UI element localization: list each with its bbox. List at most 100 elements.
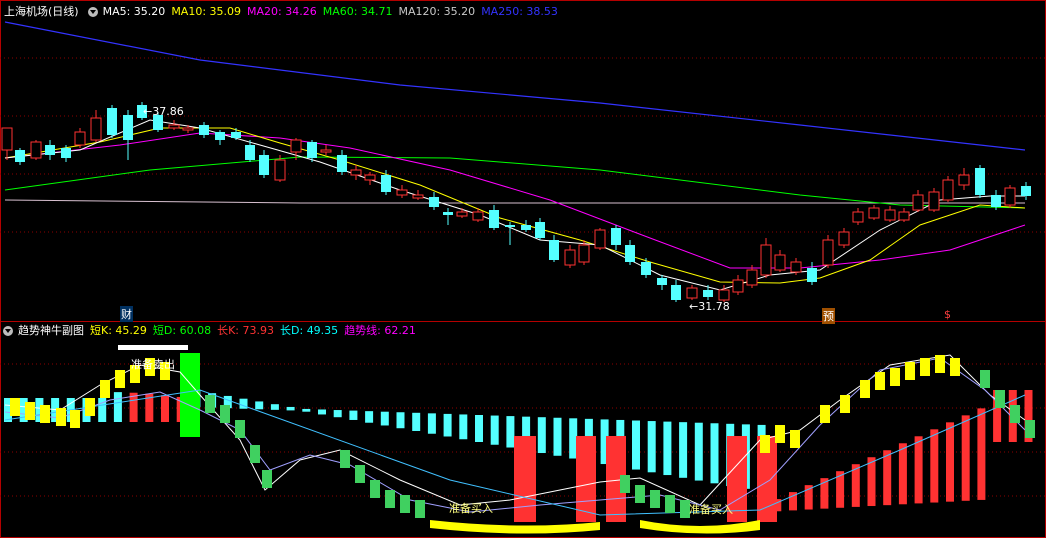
long-k-bar xyxy=(318,409,326,415)
candle-body xyxy=(290,139,302,153)
short-k-bar xyxy=(10,398,20,416)
long-k-bar xyxy=(459,414,468,440)
candle-body xyxy=(320,149,332,153)
candle-body xyxy=(74,131,86,146)
long-k-bar xyxy=(961,415,970,501)
ma60-line xyxy=(4,156,1026,209)
candle-body xyxy=(732,279,744,293)
short-k-bar xyxy=(85,398,95,416)
kline-chart[interactable] xyxy=(0,0,1046,538)
dividend-marker[interactable]: $ xyxy=(944,308,951,321)
short-d-bar xyxy=(1025,420,1035,438)
yellow-base xyxy=(640,520,760,534)
short-k-bar xyxy=(840,395,850,413)
finance-marker[interactable]: 财 xyxy=(120,306,133,322)
candle-body xyxy=(975,168,985,195)
short-d-bar xyxy=(635,485,645,503)
short-d-bar xyxy=(235,420,245,438)
long-k-bar xyxy=(946,422,954,502)
candle-body xyxy=(429,197,439,207)
candle-body xyxy=(337,155,347,172)
short-k-bar xyxy=(775,425,785,443)
long-k-bar xyxy=(647,421,656,473)
signal-green-bar xyxy=(180,353,200,437)
short-d-bar xyxy=(400,495,410,513)
short-d-bar xyxy=(370,480,380,498)
long-k-bar xyxy=(396,412,405,429)
candle-body xyxy=(564,249,576,266)
candle-body xyxy=(245,145,255,160)
candle-body xyxy=(549,240,559,260)
long-k-bar xyxy=(898,443,907,505)
long-k-bar xyxy=(977,408,986,500)
short-d-bar xyxy=(385,490,395,508)
short-d-bar xyxy=(340,450,350,468)
candle-body xyxy=(1021,186,1031,196)
candle-body xyxy=(991,195,1001,207)
long-k-bar xyxy=(710,423,719,484)
candle-body xyxy=(852,211,864,223)
candle-body xyxy=(942,179,954,201)
candle-body xyxy=(928,191,940,211)
short-k-bar xyxy=(25,402,35,420)
candle-body xyxy=(868,207,880,219)
long-k-bar xyxy=(365,411,374,423)
candle-body xyxy=(958,174,970,186)
candle-body xyxy=(456,211,468,217)
candle-body xyxy=(489,210,499,228)
candle-body xyxy=(396,189,408,196)
short-k-bar xyxy=(890,368,900,386)
long-k-bar xyxy=(506,416,515,448)
candle-body xyxy=(259,155,269,175)
short-k-bar xyxy=(760,435,770,453)
short-k-bar xyxy=(875,372,885,390)
candle-body xyxy=(1,127,13,151)
candle-body xyxy=(746,269,758,286)
short-k-bar xyxy=(115,370,125,388)
long-k-bar xyxy=(161,395,169,422)
candle-body xyxy=(594,229,606,249)
short-k-bar xyxy=(905,362,915,380)
low-price-label: ←31.78 xyxy=(689,300,730,313)
long-k-bar xyxy=(270,404,279,410)
candle-body xyxy=(182,127,194,131)
candle-body xyxy=(611,228,621,245)
long-k-bar xyxy=(412,412,421,431)
short-k-bar xyxy=(56,408,66,426)
short-d-bar xyxy=(995,390,1005,408)
forecast-marker[interactable]: 预 xyxy=(822,308,835,324)
short-k-bar xyxy=(40,405,50,423)
candle-body xyxy=(686,287,698,299)
long-k-bar xyxy=(883,450,892,506)
candle-body xyxy=(107,108,117,135)
candle-body xyxy=(231,132,241,138)
candle-body xyxy=(912,194,924,211)
candle-body xyxy=(657,278,667,285)
long-k-bar xyxy=(380,411,389,426)
long-k-bar xyxy=(930,429,939,503)
candle-body xyxy=(307,142,317,158)
short-d-bar xyxy=(355,465,365,483)
ma10-line xyxy=(4,127,1026,284)
short-k-bar xyxy=(820,405,830,423)
long-k-bar xyxy=(427,413,436,434)
short-d-bar xyxy=(665,495,675,513)
candle-body xyxy=(807,268,817,282)
candle-body xyxy=(718,289,730,301)
candle-body xyxy=(274,159,286,181)
candle-body xyxy=(472,211,484,221)
high-price-label: ←37.86 xyxy=(143,105,184,118)
candle-body xyxy=(1004,187,1016,206)
candle-body xyxy=(884,209,896,221)
long-k-bar xyxy=(490,415,499,445)
long-k-bar xyxy=(867,457,876,507)
long-k-bar xyxy=(679,422,688,478)
long-k-bar xyxy=(914,436,923,504)
long-k-bar xyxy=(553,417,562,456)
candle-body xyxy=(443,212,453,215)
short-d-bar xyxy=(620,475,630,493)
short-k-bar xyxy=(100,380,110,398)
buy-signal-label-1: 准备买入 xyxy=(449,502,493,515)
long-k-bar xyxy=(349,410,358,420)
short-d-bar xyxy=(980,370,990,388)
